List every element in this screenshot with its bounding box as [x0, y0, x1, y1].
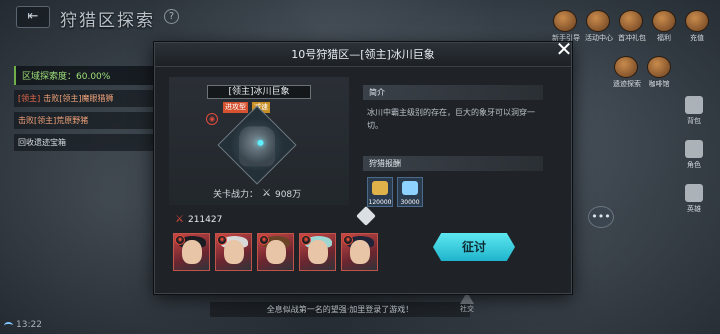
top-icon-first-recharge[interactable]: 首冲礼包 — [618, 10, 646, 43]
hero-card[interactable]: ◉ — [173, 233, 210, 271]
hero-card[interactable]: ◉ — [299, 233, 336, 271]
top-bar: ⇤ 狩猎区探索 ? 新手引导 活动中心 首冲礼包 福利 充值 — [0, 0, 720, 42]
element-badge-icon: ◉ — [175, 235, 185, 245]
element-badge-icon: ◉ — [259, 235, 269, 245]
boss-figure — [239, 126, 275, 167]
ruin-icon — [614, 56, 638, 78]
chat-icon[interactable]: ••• — [588, 206, 614, 228]
hero-lineup: ◉ ◉ ◉ ◉ ◉ — [173, 233, 378, 271]
side-menu: 背包 角色 英雄 — [676, 96, 712, 228]
reward-list: 120000 30000 — [363, 177, 543, 207]
intro-heading: 简介 — [363, 85, 543, 100]
top-icon-events[interactable]: 活动中心 — [585, 10, 613, 43]
close-button[interactable]: ✕ — [553, 39, 575, 61]
page-title: 狩猎区探索 — [60, 11, 155, 31]
element-badge-icon: ◉ — [343, 235, 353, 245]
boss-name: [领主]冰川巨象 — [207, 85, 311, 99]
wifi-icon — [4, 322, 13, 329]
reward-heading: 狩猎报酬 — [363, 156, 543, 171]
guide-icon — [553, 10, 577, 32]
crystal-icon — [402, 181, 418, 195]
events-icon — [586, 10, 610, 32]
back-button[interactable]: ⇤ — [16, 6, 50, 28]
reward-item[interactable]: 120000 — [367, 177, 393, 207]
stage-power: 关卡战力： ⚔ 908万 — [213, 188, 302, 200]
social-button[interactable]: 社交 — [460, 292, 474, 314]
top-icon-bar: 新手引导 活动中心 首冲礼包 福利 充值 — [552, 10, 710, 43]
intro-text: 冰川中霸主级别的存在，巨大的象牙可以洞穿一切。 — [367, 108, 535, 130]
cafe-icon — [647, 56, 671, 78]
top-icon-recharge[interactable]: 充值 — [684, 10, 710, 43]
info-panel: 简介 冰川中霸主级别的存在，巨大的象牙可以洞穿一切。 狩猎报酬 120000 3… — [363, 85, 543, 207]
status-bar: 13:22 — [0, 318, 720, 334]
welfare-icon — [652, 10, 676, 32]
hero-card[interactable]: ◉ — [341, 233, 378, 271]
side-item-bag[interactable]: 背包 — [676, 96, 712, 126]
edit-team-icon[interactable] — [356, 206, 376, 226]
gift-icon — [619, 10, 643, 32]
task-item[interactable]: 击败[领主]荒原野猪 — [14, 112, 154, 129]
explore-rate: 区域探索度：60.00% — [14, 66, 154, 85]
explore-panel: 区域探索度：60.00% [领主] 击败[领主]魔眼猎狮 击败[领主]荒原野猪 … — [14, 66, 154, 151]
close-icon: ✕ — [555, 37, 573, 61]
crossed-swords-icon: ⚔ — [262, 188, 271, 199]
power-icon: ⚔ — [175, 214, 184, 225]
exit-icon: ⇤ — [27, 9, 39, 24]
task-item[interactable]: 回收遗迹宝箱 — [14, 134, 154, 151]
status-time: 13:22 — [16, 320, 42, 330]
hero-icon — [685, 184, 703, 202]
scrolling-announcement: 全息似战第一名的望强·加里登录了游戏！ — [210, 302, 470, 317]
gold-coin-icon — [372, 181, 388, 195]
hunt-zone-modal: 10号狩猎区—[领主]冰川巨象 ✕ [领主]冰川巨象 进攻型 减速 ◉ 关卡战力… — [154, 39, 575, 294]
element-badge-icon: ◉ — [301, 235, 311, 245]
character-icon — [685, 140, 703, 158]
element-badge-icon: ◉ — [217, 235, 227, 245]
modal-title: 10号狩猎区—[领主]冰川巨象 — [155, 43, 571, 67]
hero-card[interactable]: ◉ — [215, 233, 252, 271]
hero-card[interactable]: ◉ — [257, 233, 294, 271]
tag-attack-type: 进攻型 — [223, 102, 248, 113]
boss-panel: [领主]冰川巨象 进攻型 减速 ◉ 关卡战力： ⚔ 908万 — [169, 77, 349, 205]
attack-button[interactable]: 征讨 — [433, 233, 515, 261]
recharge-icon — [685, 10, 709, 32]
task-item[interactable]: [领主] 击败[领主]魔眼猎狮 — [14, 90, 154, 107]
team-power: ⚔ 211427 — [175, 214, 223, 225]
boss-portrait[interactable] — [217, 105, 297, 185]
secondary-icon-bar: 遗迹探索 咖啡馆 — [613, 56, 672, 89]
top-icon-cafe[interactable]: 咖啡馆 — [646, 56, 672, 89]
top-icon-ruin-explore[interactable]: 遗迹探索 — [613, 56, 641, 89]
side-item-character[interactable]: 角色 — [676, 140, 712, 170]
help-icon[interactable]: ? — [164, 9, 179, 24]
side-item-hero[interactable]: 英雄 — [676, 184, 712, 214]
bag-icon — [685, 96, 703, 114]
element-icon: ◉ — [206, 113, 218, 125]
top-icon-welfare[interactable]: 福利 — [651, 10, 677, 43]
reward-item[interactable]: 30000 — [397, 177, 423, 207]
